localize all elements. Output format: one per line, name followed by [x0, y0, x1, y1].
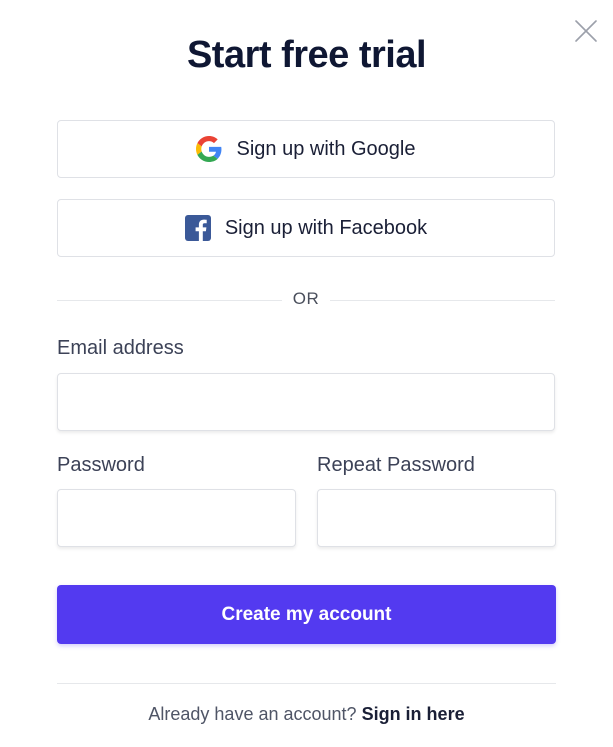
- password-label: Password: [57, 454, 145, 476]
- signin-prompt-text: Already have an account?: [148, 704, 357, 724]
- facebook-icon: [184, 215, 211, 241]
- dialog-title: Start free trial: [186, 34, 427, 76]
- signin-prompt: Already have an account? Sign in here: [0, 704, 613, 725]
- email-label: Email address: [57, 337, 184, 359]
- facebook-signup-button[interactable]: Sign up with Facebook: [57, 199, 555, 257]
- repeat-password-field[interactable]: [317, 489, 556, 547]
- signin-link[interactable]: Sign in here: [362, 704, 465, 724]
- divider-line-right: [330, 300, 555, 301]
- google-signup-label: Sign up with Google: [236, 137, 416, 160]
- email-field[interactable]: [57, 373, 555, 431]
- google-signup-button[interactable]: Sign up with Google: [57, 120, 555, 178]
- repeat-password-label: Repeat Password: [317, 454, 475, 476]
- password-field[interactable]: [57, 489, 296, 547]
- create-account-button[interactable]: Create my account: [57, 585, 556, 644]
- or-divider: OR: [57, 289, 555, 311]
- google-icon: [196, 136, 222, 162]
- facebook-signup-label: Sign up with Facebook: [224, 216, 428, 239]
- footer-divider: [57, 683, 556, 684]
- divider-text: OR: [292, 289, 320, 308]
